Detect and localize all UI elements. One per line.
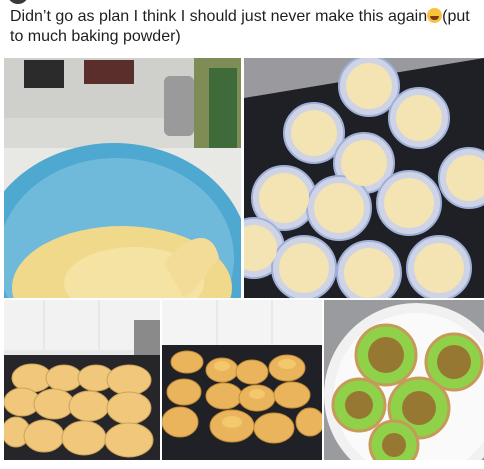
photo-grid [0,0,484,469]
facebook-post: Didn’t go as plan I think I should just … [0,0,484,469]
burst-cupcakes-tray-photo[interactable] [162,300,322,460]
batter-bowl-photo[interactable] [4,58,241,298]
baked-cupcakes-tray-photo[interactable] [4,300,160,460]
decorated-cupcakes-plate-photo[interactable] [324,300,484,460]
batter-in-cupcake-cases-photo[interactable] [244,58,484,298]
